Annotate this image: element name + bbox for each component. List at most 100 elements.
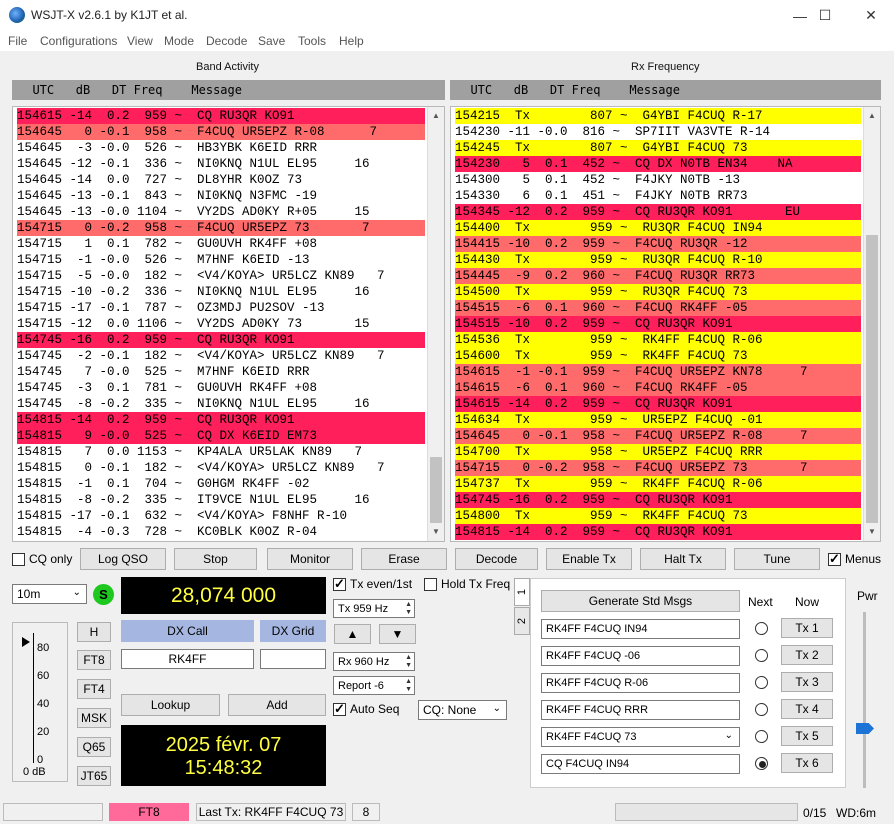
decode-row[interactable]: 154536 Tx 959 ~ RK4FF F4CUQ R-06 [455,332,861,348]
report-spinbox[interactable]: Report -6 ▲ ▼ [333,676,415,695]
rx-frequency-scrollbar[interactable]: ▲ ▼ [863,107,880,541]
rx-freq-spinbox[interactable]: Rx 960 Hz ▲ ▼ [333,652,415,671]
close-button[interactable]: ✕ [848,0,894,31]
decode-row[interactable]: 154800 Tx 959 ~ RK4FF F4CUQ 73 [455,508,861,524]
decode-row[interactable]: 154634 Tx 959 ~ UR5EPZ F4CUQ -01 [455,412,861,428]
decode-row[interactable]: 154500 Tx 959 ~ RU3QR F4CUQ 73 [455,284,861,300]
decode-row[interactable]: 154645 0 -0.1 958 ~ F4CUQ UR5EPZ R-08 7 [17,124,425,140]
decode-row[interactable]: 154745 7 -0.0 525 ~ M7HNF K6EID RRR [17,364,425,380]
scroll-down-icon[interactable]: ▼ [868,527,876,536]
decode-row[interactable]: 154645 -14 0.0 727 ~ DL8YHR K0OZ 73 [17,172,425,188]
generate-std-msgs-button[interactable]: Generate Std Msgs [541,590,740,612]
scroll-up-icon[interactable]: ▲ [868,111,876,120]
decode-row[interactable]: 154215 Tx 807 ~ G4YBI F4CUQ R-17 [455,108,861,124]
decode-row[interactable]: 154415 -10 0.2 959 ~ F4CUQ RU3QR -12 [455,236,861,252]
decode-row[interactable]: 154615 -6 0.1 960 ~ F4CUQ RK4FF -05 [455,380,861,396]
menu-help[interactable]: Help [339,34,364,48]
decode-row[interactable]: 154645 -13 -0.0 1104 ~ VY2DS AD0KY R+05 … [17,204,425,220]
mode-q65-button[interactable]: Q65 [77,737,111,757]
hold-tx-freq-checkbox[interactable] [424,578,437,591]
set-tx-to-rx-button[interactable]: ▲ [334,624,371,644]
decode-row[interactable]: 154645 -13 -0.1 843 ~ NI0KNQ N3FMC -19 [17,188,425,204]
next-radio[interactable] [755,649,768,662]
tx-even-checkbox[interactable] [333,576,346,592]
tx-now-button[interactable]: Tx 4 [781,699,833,719]
menu-view[interactable]: View [127,34,153,48]
pwr-slider-track[interactable] [863,612,866,788]
tx-now-button[interactable]: Tx 5 [781,726,833,746]
decode-row[interactable]: 154645 -3 -0.0 526 ~ HB3YBK K6EID RRR [17,140,425,156]
menu-file[interactable]: File [8,34,27,48]
mode-ft4-button[interactable]: FT4 [77,679,111,699]
decode-row[interactable]: 154430 Tx 959 ~ RU3QR F4CUQ R-10 [455,252,861,268]
decode-row[interactable]: 154615 -14 0.2 959 ~ CQ RU3QR KO91 [17,108,425,124]
decode-row[interactable]: 154815 -14 0.2 959 ~ CQ RU3QR KO91 [17,412,425,428]
decode-row[interactable]: 154700 Tx 958 ~ UR5EPZ F4CUQ RRR [455,444,861,460]
band-activity-scrollbar[interactable]: ▲ ▼ [427,107,444,541]
menu-mode[interactable]: Mode [164,34,194,48]
enable-tx-button[interactable]: Enable Tx [546,548,632,570]
stop-button[interactable]: Stop [174,548,257,570]
mode-ft8-button[interactable]: FT8 [77,650,111,670]
menu-save[interactable]: Save [258,34,285,48]
band-activity-list[interactable]: ▲ ▼ 154615 -14 0.2 959 ~ CQ RU3QR KO91 15… [12,106,445,542]
dial-frequency-display[interactable]: 28,074 000 [121,577,326,614]
auto-seq-checkbox[interactable] [333,701,346,717]
dx-grid-input[interactable] [260,649,326,669]
decode-row[interactable]: 154815 -1 0.1 704 ~ G0HGM RK4FF -02 [17,476,425,492]
decode-row[interactable]: 154815 -4 -0.3 728 ~ KC0BLK K0OZ R-04 [17,524,425,540]
lookup-button[interactable]: Lookup [121,694,220,716]
scroll-down-icon[interactable]: ▼ [432,527,440,536]
maximize-button[interactable]: ☐ [802,0,848,31]
decode-row[interactable]: 154815 9 -0.0 525 ~ CQ DX K6EID EM73 [17,428,425,444]
rx-frequency-list[interactable]: ▲ ▼ 154215 Tx 807 ~ G4YBI F4CUQ R-17 1542… [450,106,881,542]
tx-message-field[interactable]: RK4FF F4CUQ IN94 [541,619,740,639]
tab-2[interactable]: 2 [514,607,530,635]
next-radio[interactable] [755,676,768,689]
decode-row[interactable]: 154715 -5 -0.0 182 ~ <V4/KOYA> UR5LCZ KN… [17,268,425,284]
decode-row[interactable]: 154715 -12 0.0 1106 ~ VY2DS AD0KY 73 15 [17,316,425,332]
decode-row[interactable]: 154715 0 -0.2 958 ~ F4CUQ UR5EPZ 73 7 [455,460,861,476]
mode-msk-button[interactable]: MSK [77,708,111,728]
scroll-up-icon[interactable]: ▲ [432,111,440,120]
decode-row[interactable]: 154745 -16 0.2 959 ~ CQ RU3QR KO91 [455,492,861,508]
halt-tx-button[interactable]: Halt Tx [640,548,726,570]
mode-h-button[interactable]: H [77,622,111,642]
tx-now-button[interactable]: Tx 6 [781,753,833,773]
add-button[interactable]: Add [228,694,326,716]
decode-row[interactable]: 154815 -8 -0.2 335 ~ IT9VCE N1UL EL95 16 [17,492,425,508]
decode-row[interactable]: 154737 Tx 959 ~ RK4FF F4CUQ R-06 [455,476,861,492]
decode-row[interactable]: 154400 Tx 959 ~ RU3QR F4CUQ IN94 [455,220,861,236]
decode-row[interactable]: 154745 -3 0.1 781 ~ GU0UVH RK4FF +08 [17,380,425,396]
monitor-button[interactable]: Monitor [267,548,353,570]
cq-only-checkbox[interactable] [12,553,25,566]
decode-row[interactable]: 154445 -9 0.2 960 ~ F4CUQ RU3QR RR73 [455,268,861,284]
spin-arrows-icon[interactable]: ▲ ▼ [405,601,412,617]
scrollbar-thumb[interactable] [866,235,878,523]
tune-button[interactable]: Tune [734,548,820,570]
tx-message-field[interactable]: RK4FF F4CUQ R-06 [541,673,740,693]
decode-row[interactable]: 154345 -12 0.2 959 ~ CQ RU3QR KO91 EU [455,204,861,220]
set-rx-to-tx-button[interactable]: ▼ [379,624,416,644]
next-radio[interactable] [755,622,768,635]
decode-button[interactable]: Decode [455,548,538,570]
next-radio[interactable] [755,757,768,770]
tx-message-field[interactable]: RK4FF F4CUQ 73 ⌄ [541,727,740,747]
decode-row[interactable]: 154615 -1 -0.1 959 ~ F4CUQ UR5EPZ KN78 7 [455,364,861,380]
menu-configurations[interactable]: Configurations [40,34,117,48]
dx-call-input[interactable]: RK4FF [121,649,254,669]
pwr-slider-handle[interactable] [856,723,874,734]
tx-message-field[interactable]: RK4FF F4CUQ RRR [541,700,740,720]
decode-row[interactable]: 154745 -2 -0.1 182 ~ <V4/KOYA> UR5LCZ KN… [17,348,425,364]
next-radio[interactable] [755,703,768,716]
cq-select[interactable]: CQ: None ⌄ [418,700,507,720]
decode-row[interactable]: 154745 -8 -0.2 335 ~ NI0KNQ N1UL EL95 16 [17,396,425,412]
next-radio[interactable] [755,730,768,743]
band-select[interactable]: 10m ⌄ [12,584,87,604]
spin-arrows-icon[interactable]: ▲ ▼ [405,654,412,670]
decode-row[interactable]: 154715 1 0.1 782 ~ GU0UVH RK4FF +08 [17,236,425,252]
decode-row[interactable]: 154515 -6 0.1 960 ~ F4CUQ RK4FF -05 [455,300,861,316]
decode-row[interactable]: 154515 -10 0.2 959 ~ CQ RU3QR KO91 [455,316,861,332]
decode-row[interactable]: 154330 6 0.1 451 ~ F4JKY N0TB RR73 [455,188,861,204]
tx-message-field[interactable]: RK4FF F4CUQ -06 [541,646,740,666]
